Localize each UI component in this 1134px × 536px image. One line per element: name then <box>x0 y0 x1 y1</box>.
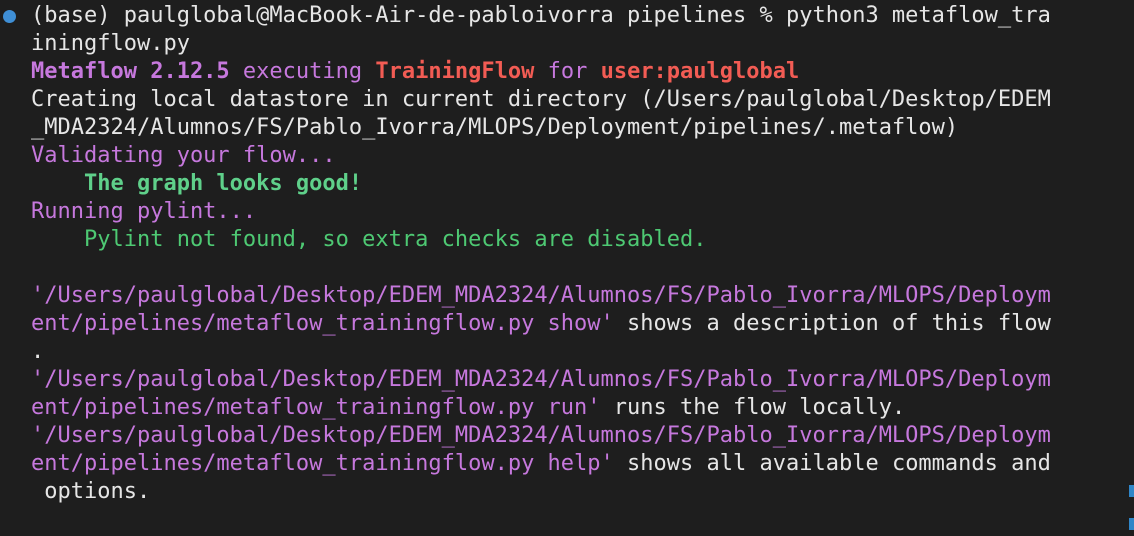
help-path-line-3: options. <box>31 479 151 504</box>
prompt-status-dot-icon <box>3 10 16 23</box>
graph-good-line: The graph looks good! <box>31 171 363 196</box>
for-word: for <box>534 59 601 84</box>
help-path-line-2: ent/pipelines/metaflow_trainingflow.py h… <box>31 450 1051 478</box>
terminal-output[interactable]: (base) paulglobal@MacBook-Air-de-pabloiv… <box>0 0 1134 536</box>
pylint-missing-line: Pylint not found, so extra checks are di… <box>31 227 707 252</box>
validating-line: Validating your flow... <box>31 143 336 168</box>
prompt-line-2: iningflow.py <box>31 31 190 56</box>
show-path-line-2: ent/pipelines/metaflow_trainingflow.py s… <box>31 310 1051 338</box>
help-command: ent/pipelines/metaflow_trainingflow.py h… <box>31 451 614 476</box>
help-path-line-1: '/Users/paulglobal/Desktop/EDEM_MDA2324/… <box>31 423 1051 448</box>
metaflow-version: Metaflow 2.12.5 <box>31 59 230 84</box>
help-description: shows all available commands and <box>613 451 1051 476</box>
show-description: shows a description of this flow <box>613 311 1051 336</box>
flow-name: TrainingFlow <box>375 59 535 84</box>
running-pylint-line: Running pylint... <box>31 199 257 224</box>
run-path-line-2: ent/pipelines/metaflow_trainingflow.py r… <box>31 394 905 422</box>
datastore-line-1: Creating local datastore in current dire… <box>31 87 1051 112</box>
show-command: ent/pipelines/metaflow_trainingflow.py s… <box>31 311 614 336</box>
run-description: runs the flow locally. <box>600 395 906 420</box>
executing-word: executing <box>229 59 376 84</box>
run-path-line-1: '/Users/paulglobal/Desktop/EDEM_MDA2324/… <box>31 367 1051 392</box>
metaflow-header-line: Metaflow 2.12.5 executing TrainingFlow f… <box>31 58 799 86</box>
datastore-line-2: _MDA2324/Alumnos/FS/Pablo_Ivorra/MLOPS/D… <box>31 115 959 140</box>
user-label: user:paulglobal <box>600 59 800 84</box>
scrollbar-marker[interactable] <box>1129 485 1134 497</box>
show-path-line-3: . <box>31 339 45 364</box>
prompt-line-1: (base) paulglobal@MacBook-Air-de-pabloiv… <box>31 3 1051 28</box>
run-command: ent/pipelines/metaflow_trainingflow.py r… <box>31 395 601 420</box>
scrollbar-marker-lower[interactable] <box>1129 518 1134 530</box>
show-path-line-1: '/Users/paulglobal/Desktop/EDEM_MDA2324/… <box>31 283 1051 308</box>
